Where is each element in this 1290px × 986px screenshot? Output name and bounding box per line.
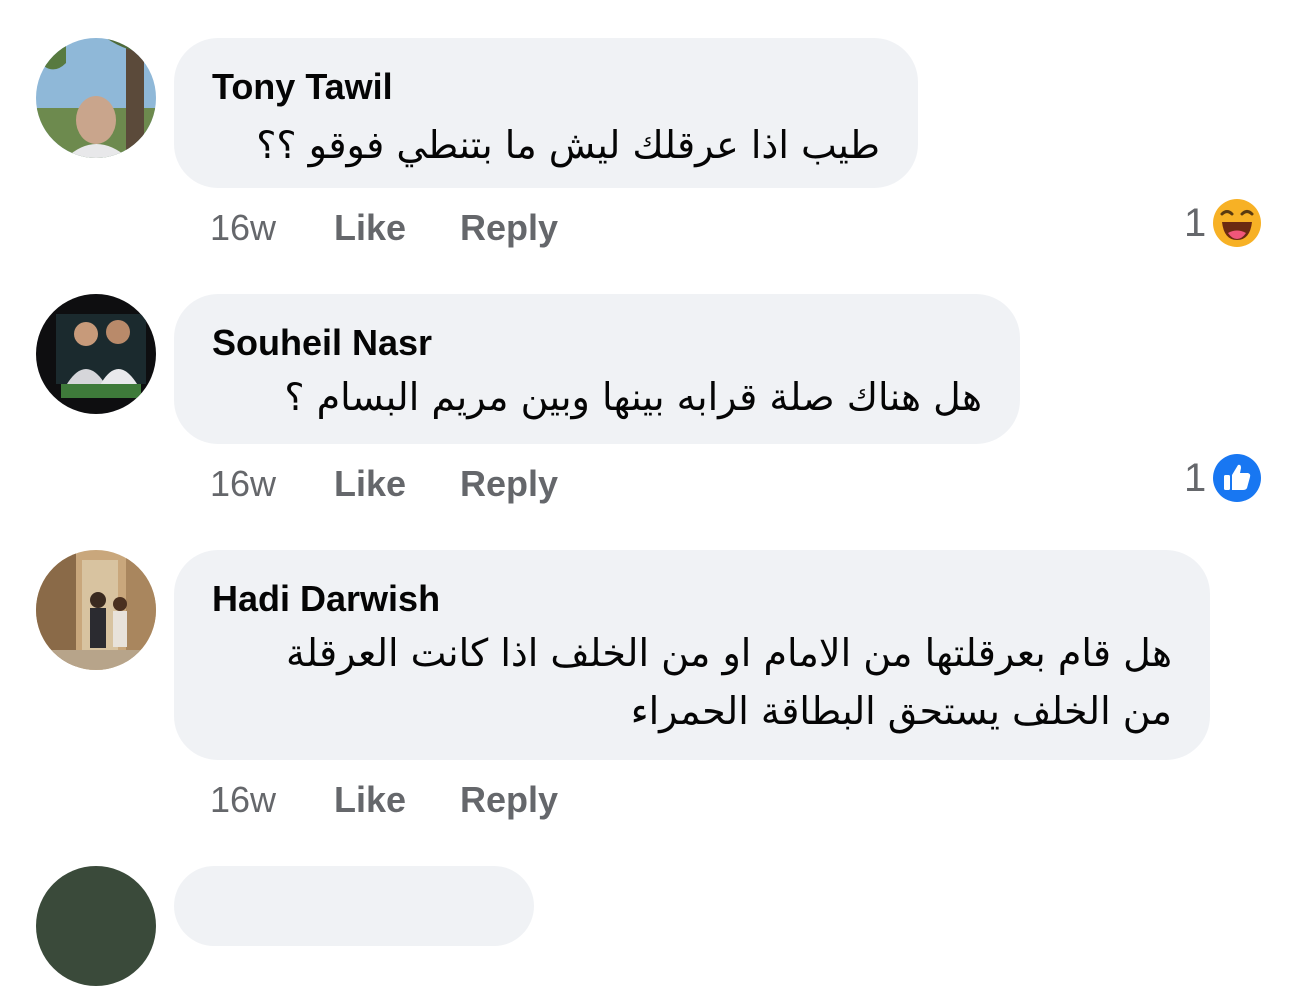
avatar[interactable] bbox=[36, 866, 156, 986]
comment-text-line: هل قام بعرقلتها من الامام او من الخلف اذ… bbox=[286, 631, 1172, 675]
like-button[interactable]: Like bbox=[334, 779, 406, 821]
avatar[interactable] bbox=[36, 550, 156, 670]
comment-item: Hadi Darwish هل قام بعرقلتها من الامام ا… bbox=[0, 0, 1290, 840]
comment-text: هل قام بعرقلتها من الامام او من الخلف اذ… bbox=[286, 624, 1172, 740]
comment-timestamp[interactable]: 16w bbox=[210, 779, 276, 821]
profile-photo-icon bbox=[36, 866, 156, 986]
reply-button[interactable]: Reply bbox=[460, 779, 558, 821]
comment-author[interactable]: Hadi Darwish bbox=[212, 578, 440, 620]
comment-bubble bbox=[174, 866, 534, 946]
profile-photo-icon bbox=[36, 550, 156, 670]
comment-text-line: من الخلف يستحق البطاقة الحمراء bbox=[630, 689, 1172, 733]
comment-bubble: Hadi Darwish هل قام بعرقلتها من الامام ا… bbox=[174, 550, 1210, 760]
